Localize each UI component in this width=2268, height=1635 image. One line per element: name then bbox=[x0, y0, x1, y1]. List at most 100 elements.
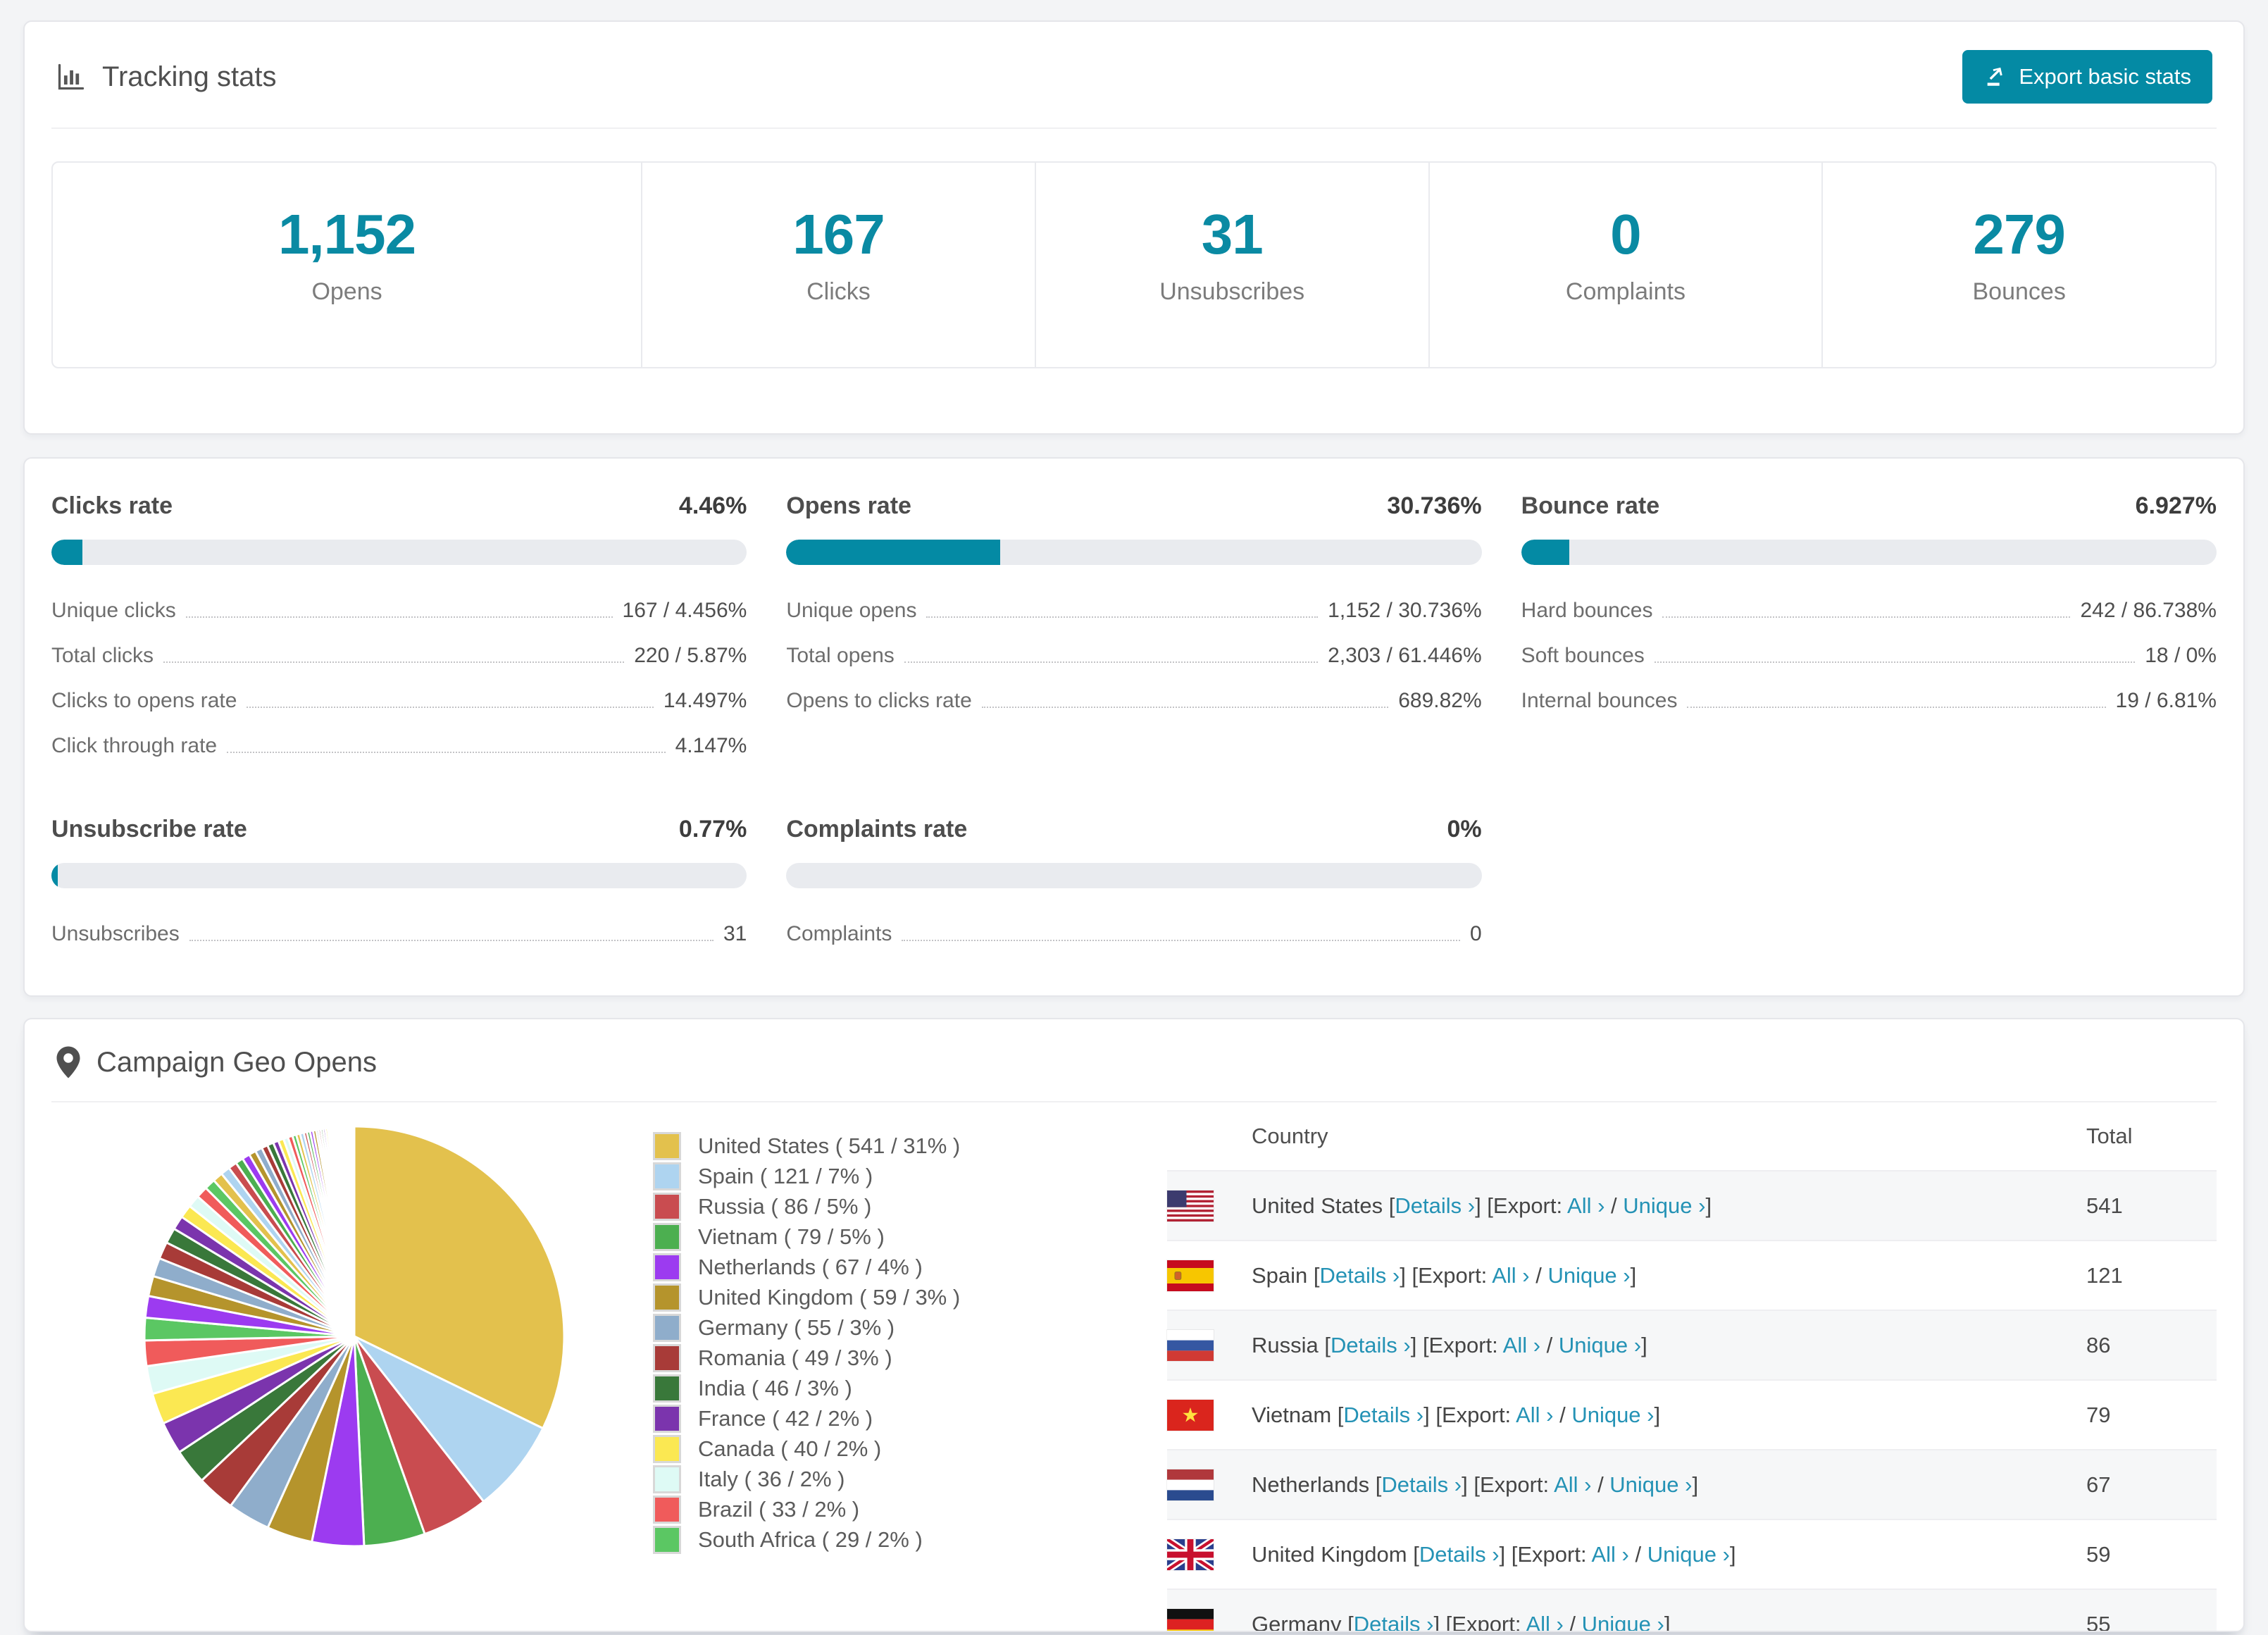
legend-color-swatch bbox=[653, 1465, 681, 1493]
country-cell: United Kingdom [Details ›] [Export: All … bbox=[1252, 1541, 1736, 1567]
country-cell: Vietnam [Details ›] [Export: All › / Uni… bbox=[1252, 1402, 1661, 1427]
rate-detail-label: Click through rate bbox=[51, 734, 218, 757]
rate-detail-row: Complaints 0 bbox=[786, 922, 1481, 946]
rate-detail-label: Clicks to opens rate bbox=[51, 689, 237, 712]
export-unique-link[interactable]: Unique › bbox=[1609, 1472, 1692, 1497]
country-cell: Spain [Details ›] [Export: All › / Uniqu… bbox=[1252, 1262, 1637, 1288]
page-title: Tracking stats bbox=[102, 61, 277, 92]
legend-color-swatch bbox=[653, 1313, 681, 1342]
tracking-stats-title: Tracking stats bbox=[56, 61, 276, 93]
rate-detail-label: Opens to clicks rate bbox=[786, 689, 972, 712]
export-unique-link[interactable]: Unique › bbox=[1571, 1403, 1654, 1427]
geo-table-row: United Kingdom [Details ›] [Export: All … bbox=[1167, 1519, 2217, 1589]
stat-label: Unsubscribes bbox=[1159, 278, 1305, 305]
rate-detail-label: Unsubscribes bbox=[51, 922, 180, 945]
progress-bar-fill bbox=[51, 540, 83, 565]
legend-label: India ( 46 / 3% ) bbox=[698, 1375, 852, 1400]
legend-item: Romania ( 49 / 3% ) bbox=[653, 1343, 984, 1373]
stat-cell: 0 Complaints bbox=[1428, 163, 1822, 367]
country-name: United States bbox=[1252, 1193, 1383, 1218]
country-cell: Russia [Details ›] [Export: All › / Uniq… bbox=[1252, 1332, 1647, 1357]
rate-detail-row: Total opens 2,303 / 61.446% bbox=[786, 644, 1481, 668]
export-all-link[interactable]: All › bbox=[1554, 1472, 1591, 1497]
export-unique-link[interactable]: Unique › bbox=[1647, 1542, 1730, 1567]
legend-label: France ( 42 / 2% ) bbox=[698, 1405, 873, 1431]
details-link[interactable]: Details › bbox=[1395, 1193, 1475, 1218]
progress-bar-fill bbox=[786, 540, 1000, 565]
dotted-leader bbox=[981, 707, 1389, 708]
legend-color-swatch bbox=[653, 1252, 681, 1281]
rate-detail-value: 2,303 / 61.446% bbox=[1328, 644, 1482, 667]
legend-item: Netherlands ( 67 / 4% ) bbox=[653, 1252, 984, 1282]
dotted-leader bbox=[904, 661, 1319, 663]
tracking-stats-header: Tracking stats Export basic stats bbox=[51, 22, 2217, 129]
progress-bar bbox=[1521, 540, 2217, 565]
legend-label: South Africa ( 29 / 2% ) bbox=[698, 1527, 923, 1552]
legend-color-swatch bbox=[653, 1192, 681, 1221]
geo-legend: United States ( 541 / 31% ) Spain ( 121 … bbox=[653, 1102, 984, 1555]
stats-summary: 1,152 Opens 167 Clicks 31 Unsubscribes 0… bbox=[51, 161, 2217, 368]
rates-card: Clicks rate 4.46% Unique clicks 167 / 4.… bbox=[23, 457, 2245, 997]
rate-detail-value: 18 / 0% bbox=[2145, 644, 2217, 667]
campaign-geo-opens-card: Campaign Geo Opens United States ( 541 /… bbox=[23, 1018, 2245, 1632]
legend-item: Canada ( 40 / 2% ) bbox=[653, 1434, 984, 1464]
export-all-link[interactable]: All › bbox=[1516, 1403, 1553, 1427]
geo-table-row: Vietnam [Details ›] [Export: All › / Uni… bbox=[1167, 1379, 2217, 1449]
rate-detail-label: Soft bounces bbox=[1521, 644, 1645, 667]
progress-bar-fill bbox=[1521, 540, 1570, 565]
country-flag-icon bbox=[1167, 1260, 1214, 1291]
rate-detail-row: Unsubscribes 31 bbox=[51, 922, 747, 946]
details-link[interactable]: Details › bbox=[1419, 1542, 1500, 1567]
geo-table-row: Germany [Details ›] [Export: All › / Uni… bbox=[1167, 1589, 2217, 1631]
geo-pie-chart bbox=[139, 1121, 570, 1555]
country-flag-icon bbox=[1167, 1190, 1214, 1221]
export-basic-stats-button[interactable]: Export basic stats bbox=[1962, 50, 2212, 104]
geo-header: Campaign Geo Opens bbox=[51, 1019, 2217, 1102]
progress-bar bbox=[51, 863, 747, 888]
rates-grid: Clicks rate 4.46% Unique clicks 167 / 4.… bbox=[51, 492, 2217, 967]
rate-detail-value: 689.82% bbox=[1398, 689, 1482, 712]
rate-value: 30.736% bbox=[1387, 492, 1482, 519]
details-link[interactable]: Details › bbox=[1320, 1263, 1400, 1288]
legend-color-swatch bbox=[653, 1434, 681, 1463]
legend-label: Italy ( 36 / 2% ) bbox=[698, 1466, 845, 1491]
dotted-leader bbox=[163, 661, 625, 663]
tracking-stats-card: Tracking stats Export basic stats 1,152 … bbox=[23, 20, 2245, 435]
legend-color-swatch bbox=[653, 1222, 681, 1251]
progress-bar bbox=[786, 863, 1482, 888]
export-all-link[interactable]: All › bbox=[1503, 1333, 1540, 1357]
legend-label: United States ( 541 / 31% ) bbox=[698, 1133, 961, 1158]
country-name: Spain bbox=[1252, 1262, 1308, 1288]
export-all-link[interactable]: All › bbox=[1567, 1193, 1605, 1218]
rate-detail-value: 242 / 86.738% bbox=[2080, 599, 2217, 622]
geo-table-row: Netherlands [Details ›] [Export: All › /… bbox=[1167, 1449, 2217, 1519]
details-link[interactable]: Details › bbox=[1343, 1403, 1423, 1427]
rate-detail-row: Unique clicks 167 / 4.456% bbox=[51, 599, 747, 623]
stat-value: 0 bbox=[1610, 203, 1641, 266]
country-name: Vietnam bbox=[1252, 1402, 1332, 1427]
country-name: Netherlands bbox=[1252, 1472, 1370, 1497]
rate-detail-row: Internal bounces 19 / 6.81% bbox=[1521, 689, 2217, 713]
legend-item: Brazil ( 33 / 2% ) bbox=[653, 1494, 984, 1524]
bar-chart-icon bbox=[58, 63, 85, 90]
legend-label: Spain ( 121 / 7% ) bbox=[698, 1163, 873, 1188]
country-total: 541 bbox=[2086, 1193, 2123, 1218]
export-unique-link[interactable]: Unique › bbox=[1559, 1333, 1641, 1357]
rate-value: 6.927% bbox=[2135, 492, 2217, 519]
dotted-leader bbox=[1662, 616, 2071, 618]
map-pin-icon bbox=[56, 1046, 80, 1078]
export-unique-link[interactable]: Unique › bbox=[1547, 1263, 1630, 1288]
legend-item: Italy ( 36 / 2% ) bbox=[653, 1464, 984, 1494]
dotted-leader bbox=[926, 616, 1319, 618]
export-all-link[interactable]: All › bbox=[1591, 1542, 1628, 1567]
export-unique-link[interactable]: Unique › bbox=[1623, 1193, 1705, 1218]
export-all-link[interactable]: All › bbox=[1492, 1263, 1529, 1288]
dotted-leader bbox=[185, 616, 613, 618]
legend-item: United States ( 541 / 31% ) bbox=[653, 1131, 984, 1161]
details-link[interactable]: Details › bbox=[1331, 1333, 1411, 1357]
rate-detail-value: 167 / 4.456% bbox=[622, 599, 747, 622]
details-link[interactable]: Details › bbox=[1381, 1472, 1462, 1497]
total-column-header: Total bbox=[2086, 1124, 2133, 1148]
dotted-leader bbox=[189, 940, 714, 941]
country-total: 79 bbox=[2086, 1402, 2111, 1427]
